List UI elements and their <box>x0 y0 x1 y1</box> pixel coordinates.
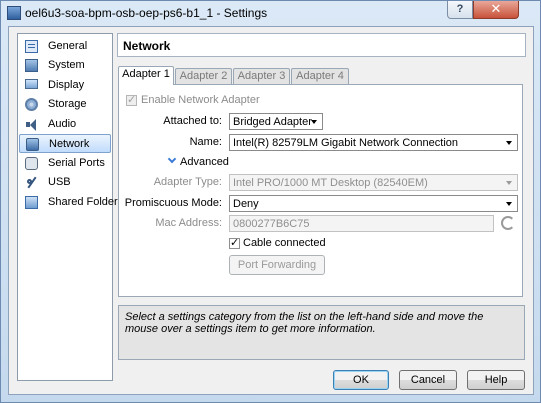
cancel-button[interactable]: Cancel <box>399 370 457 390</box>
adapter-name-value: Intel(R) 82579LM Gigabit Network Connect… <box>233 137 459 149</box>
sidebar-item-display[interactable]: Display <box>19 76 111 95</box>
refresh-mac-icon[interactable] <box>501 216 515 230</box>
page-title: Network <box>123 39 171 53</box>
promiscuous-mode-value: Deny <box>233 198 259 210</box>
promiscuous-mode-select[interactable]: Deny <box>229 195 518 212</box>
port-forwarding-button[interactable]: Port Forwarding <box>229 255 325 275</box>
sidebar-item-usb[interactable]: USB <box>19 173 111 192</box>
cable-connected-checkbox[interactable] <box>229 236 240 250</box>
name-label: Name: <box>189 136 222 148</box>
sidebar-item-network[interactable]: Network <box>19 134 111 153</box>
tab-adapter-3[interactable]: Adapter 3 <box>233 68 290 84</box>
enable-network-adapter-checkbox[interactable] <box>126 93 137 107</box>
enable-network-adapter-label: Enable Network Adapter <box>141 94 260 106</box>
mac-address-label: Mac Address: <box>155 217 222 229</box>
sidebar-item-shared-folders[interactable]: Shared Folders <box>19 193 123 212</box>
sidebar-item-label: Shared Folders <box>48 196 124 208</box>
display-icon <box>25 79 38 89</box>
sidebar-item-serial-ports[interactable]: Serial Ports <box>19 154 111 173</box>
adapter-settings-panel: Enable Network Adapter Attached to: Brid… <box>118 84 523 297</box>
sidebar-item-label: Serial Ports <box>48 157 105 169</box>
sidebar-item-label: Network <box>49 138 90 150</box>
close-button[interactable]: ✕ <box>473 1 519 19</box>
chevron-down-icon <box>506 202 512 206</box>
settings-category-list: General System Display Storage Audio Net… <box>17 33 123 381</box>
expand-advanced-icon[interactable] <box>167 154 177 164</box>
chevron-down-icon <box>506 181 512 185</box>
sidebar-item-audio[interactable]: Audio <box>19 115 111 134</box>
system-icon <box>25 59 38 72</box>
general-icon <box>25 40 38 53</box>
mac-address-field[interactable]: 0800277B6C75 <box>229 215 494 232</box>
shared-folder-icon <box>25 196 38 209</box>
attached-to-label: Attached to: <box>163 115 222 127</box>
sidebar-item-storage[interactable]: Storage <box>19 95 111 114</box>
attached-to-select[interactable]: Bridged Adapter <box>229 113 323 130</box>
adapter-type-select[interactable]: Intel PRO/1000 MT Desktop (82540EM) <box>229 174 518 191</box>
sidebar-item-label: USB <box>48 176 71 188</box>
title-help-button[interactable]: ? <box>447 1 473 19</box>
window-title: oel6u3-soa-bpm-osb-oep-ps6-b1_1 - Settin… <box>25 6 268 20</box>
adapter-type-label: Adapter Type: <box>153 176 222 188</box>
attached-to-value: Bridged Adapter <box>233 116 312 128</box>
tab-adapter-1[interactable]: Adapter 1 <box>118 66 174 85</box>
usb-icon <box>25 176 38 189</box>
audio-icon <box>25 118 38 131</box>
network-icon <box>26 138 39 151</box>
ok-button[interactable]: OK <box>333 370 389 390</box>
sidebar-item-general[interactable]: General <box>19 37 111 56</box>
virtualbox-app-icon <box>7 6 21 20</box>
chevron-down-icon <box>506 141 512 145</box>
advanced-toggle[interactable]: Advanced <box>180 156 229 168</box>
storage-icon <box>25 98 38 111</box>
adapter-type-value: Intel PRO/1000 MT Desktop (82540EM) <box>233 177 428 189</box>
page-header: Network <box>117 33 526 57</box>
tab-adapter-2[interactable]: Adapter 2 <box>175 68 232 84</box>
adapter-name-select[interactable]: Intel(R) 82579LM Gigabit Network Connect… <box>229 134 518 151</box>
help-button[interactable]: Help <box>467 370 525 390</box>
settings-window: oel6u3-soa-bpm-osb-oep-ps6-b1_1 - Settin… <box>0 0 541 403</box>
sidebar-item-label: Storage <box>48 98 87 110</box>
info-panel: Select a settings category from the list… <box>118 305 525 360</box>
chevron-down-icon <box>311 120 317 124</box>
sidebar-item-label: Audio <box>48 118 77 130</box>
mac-address-value: 0800277B6C75 <box>233 218 310 230</box>
serial-port-icon <box>25 157 38 170</box>
info-text: Select a settings category from the list… <box>125 311 484 335</box>
sidebar-item-system[interactable]: System <box>19 56 111 75</box>
cable-connected-label: Cable connected <box>243 237 326 249</box>
tab-adapter-4[interactable]: Adapter 4 <box>291 68 349 84</box>
sidebar-item-label: Display <box>48 79 85 91</box>
dialog-client-area: General System Display Storage Audio Net… <box>8 26 534 395</box>
title-bar[interactable]: oel6u3-soa-bpm-osb-oep-ps6-b1_1 - Settin… <box>1 1 540 25</box>
promiscuous-mode-label: Promiscuous Mode: <box>124 197 222 209</box>
sidebar-item-label: General <box>48 40 88 52</box>
sidebar-item-label: System <box>48 59 85 71</box>
